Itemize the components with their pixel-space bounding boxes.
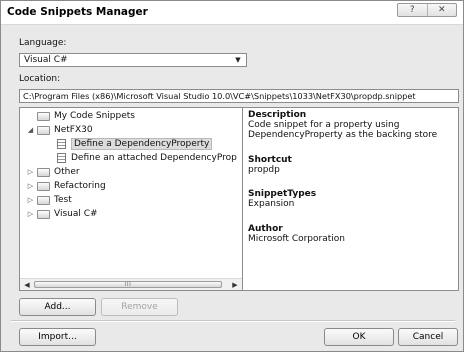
expand-arrow-icon[interactable]: ▷: [26, 168, 35, 176]
snippet-details-pane: Description Code snippet for a property …: [242, 107, 459, 291]
language-select[interactable]: Visual C# ▼: [19, 53, 247, 67]
location-label: Location:: [19, 74, 61, 84]
collapse-arrow-icon[interactable]: ◢: [26, 126, 35, 134]
tree-item-netfx30[interactable]: ◢ NetFX30: [26, 124, 93, 136]
import-button[interactable]: Import...: [19, 328, 96, 346]
separator: [11, 320, 455, 322]
code-snippets-manager-dialog: Code Snippets Manager ? ✕ Language: Visu…: [0, 0, 464, 352]
shortcut-value: propdp: [248, 165, 280, 175]
cancel-button[interactable]: Cancel: [398, 328, 458, 346]
language-label: Language:: [19, 38, 67, 48]
scrollbar-thumb[interactable]: III: [34, 281, 222, 288]
shortcut-heading: Shortcut: [248, 155, 292, 165]
tree-item-label: Define a DependencyProperty: [71, 138, 213, 150]
horizontal-scrollbar[interactable]: ◀ III ▶: [20, 278, 242, 290]
scroll-left-icon[interactable]: ◀: [22, 280, 32, 289]
tree-item-other[interactable]: ▷ Other: [26, 166, 80, 178]
caption-buttons: ? ✕: [397, 3, 457, 17]
folder-icon: [37, 181, 50, 191]
snippet-tree[interactable]: My Code Snippets ◢ NetFX30 Define a Depe…: [19, 107, 243, 291]
description-line-1: Code snippet for a property using: [248, 120, 400, 130]
folder-icon: [37, 125, 50, 135]
remove-button[interactable]: Remove: [101, 298, 178, 316]
folder-icon: [37, 209, 50, 219]
expand-arrow-icon[interactable]: ▷: [26, 182, 35, 190]
tree-item-visual-csharp[interactable]: ▷ Visual C#: [26, 208, 98, 220]
snippet-types-heading: SnippetTypes: [248, 189, 317, 199]
tree-item-label: NetFX30: [54, 125, 93, 135]
tree-item-label: Other: [54, 167, 80, 177]
location-path-field[interactable]: C:\Program Files (x86)\Microsoft Visual …: [19, 89, 459, 103]
tree-item-label: Define an attached DependencyProp: [71, 153, 237, 163]
expand-arrow-icon[interactable]: ▷: [26, 210, 35, 218]
scroll-right-icon[interactable]: ▶: [230, 280, 240, 289]
window-title: Code Snippets Manager: [7, 6, 148, 18]
help-button[interactable]: ?: [398, 4, 427, 16]
tree-item-test[interactable]: ▷ Test: [26, 194, 72, 206]
snippet-file-icon: [57, 139, 66, 149]
ok-button[interactable]: OK: [324, 328, 394, 346]
expand-arrow-icon[interactable]: ▷: [26, 196, 35, 204]
folder-icon: [37, 167, 50, 177]
chevron-down-icon[interactable]: ▼: [232, 55, 244, 65]
snippet-file-icon: [57, 153, 66, 163]
author-heading: Author: [248, 224, 283, 234]
author-value: Microsoft Corporation: [248, 234, 345, 244]
close-button[interactable]: ✕: [426, 4, 457, 16]
folder-icon: [37, 195, 50, 205]
tree-item-refactoring[interactable]: ▷ Refactoring: [26, 180, 106, 192]
tree-item-label: Test: [54, 195, 72, 205]
snippet-types-value: Expansion: [248, 199, 295, 209]
language-selected-value: Visual C#: [24, 55, 68, 65]
tree-item-label: Refactoring: [54, 181, 106, 191]
folder-icon: [37, 111, 50, 121]
add-button[interactable]: Add...: [19, 298, 96, 316]
description-heading: Description: [248, 110, 307, 120]
description-line-2: DependencyProperty as the backing store: [248, 130, 438, 140]
tree-item-define-attached-dependencyproperty[interactable]: Define an attached DependencyProp: [56, 152, 237, 164]
title-bar: Code Snippets Manager ? ✕: [1, 1, 463, 25]
tree-item-define-dependencyproperty[interactable]: Define a DependencyProperty: [56, 138, 213, 150]
tree-item-label: Visual C#: [54, 209, 98, 219]
tree-item-my-code-snippets[interactable]: My Code Snippets: [26, 110, 135, 122]
tree-item-label: My Code Snippets: [54, 111, 135, 121]
